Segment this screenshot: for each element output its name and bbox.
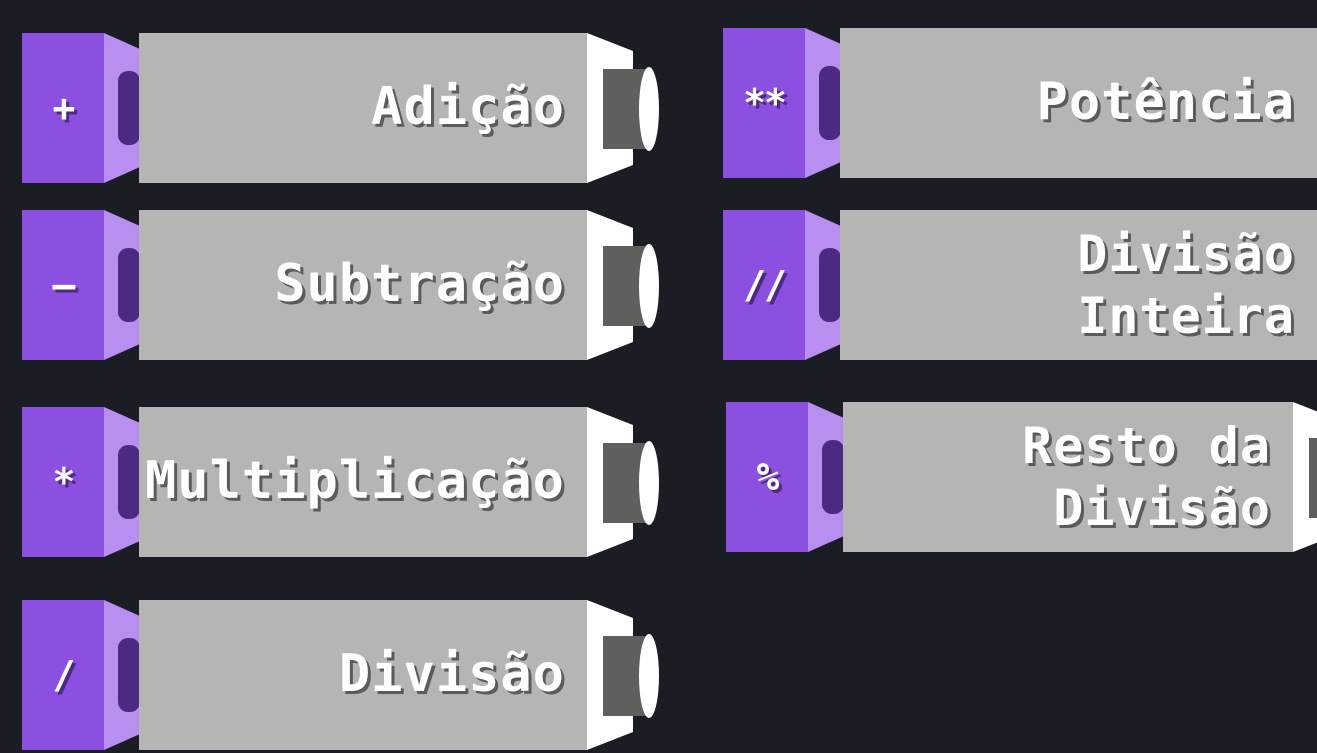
block-body: Multiplicação bbox=[139, 407, 587, 557]
operator-label-line: Resto da bbox=[1022, 417, 1271, 475]
operator-symbol-minus: – bbox=[52, 263, 76, 307]
block-body: Potência bbox=[840, 28, 1317, 178]
operator-block-modulo: % Resto da Divisão bbox=[726, 402, 1317, 552]
operator-block-floor-division: // Divisão Inteira bbox=[723, 210, 1317, 360]
block-body: Divisão bbox=[139, 600, 587, 750]
block-neck bbox=[104, 210, 140, 360]
block-tip bbox=[587, 33, 661, 183]
operator-cap: * bbox=[22, 407, 104, 557]
operator-cap: % bbox=[726, 402, 808, 552]
operator-label-line: Divisão bbox=[1053, 479, 1271, 537]
operator-label-line: Divisão bbox=[1077, 225, 1295, 283]
operator-label-line: Inteira bbox=[1077, 287, 1295, 345]
operator-label: Potência bbox=[1036, 72, 1295, 133]
block-neck bbox=[104, 600, 140, 750]
block-neck bbox=[104, 407, 140, 557]
block-neck bbox=[805, 210, 841, 360]
operator-symbol-percent: % bbox=[756, 455, 780, 499]
operator-label: Adição bbox=[371, 77, 565, 138]
block-tip bbox=[587, 407, 661, 557]
operator-cap: + bbox=[22, 33, 104, 183]
operator-symbol-double-slash: // bbox=[743, 263, 787, 307]
block-tip bbox=[1293, 402, 1317, 552]
operator-cap: – bbox=[22, 210, 104, 360]
operator-symbol-asterisk: * bbox=[52, 460, 76, 504]
block-tip bbox=[587, 600, 661, 750]
block-body: Divisão Inteira bbox=[840, 210, 1317, 360]
operator-label: Divisão bbox=[338, 644, 565, 705]
operator-cap: ** bbox=[723, 28, 805, 178]
operator-cap: // bbox=[723, 210, 805, 360]
operator-block-power: ** Potência bbox=[723, 28, 1317, 178]
operator-label: Subtração bbox=[274, 254, 565, 315]
block-body: Subtração bbox=[139, 210, 587, 360]
block-neck bbox=[104, 33, 140, 183]
block-neck bbox=[805, 28, 841, 178]
operator-symbol-double-asterisk: ** bbox=[743, 81, 787, 125]
operator-label: Multiplicação bbox=[145, 451, 565, 512]
block-neck bbox=[808, 402, 844, 552]
operator-cap: / bbox=[22, 600, 104, 750]
block-tip bbox=[587, 210, 661, 360]
block-body: Resto da Divisão bbox=[843, 402, 1293, 552]
operator-symbol-plus: + bbox=[52, 86, 76, 130]
block-body: Adição bbox=[139, 33, 587, 183]
operator-symbol-slash: / bbox=[52, 653, 76, 697]
